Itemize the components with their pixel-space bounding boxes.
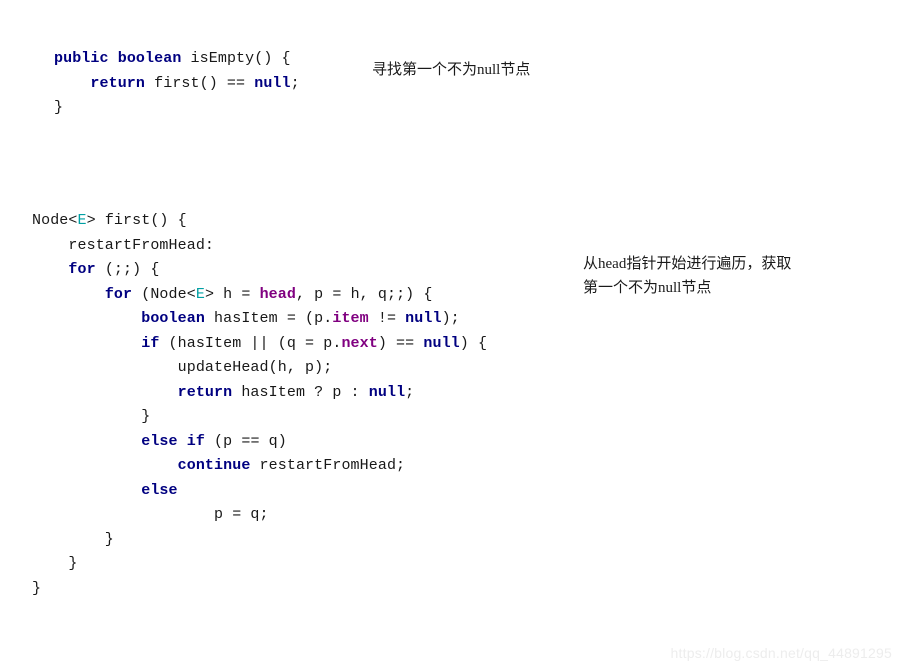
- watermark-url: https://blog.csdn.net/qq_44891295: [670, 645, 892, 661]
- code-token-plain: hasItem = (p.: [204, 310, 333, 327]
- code-token-plain: first() ==: [145, 74, 255, 92]
- code-token-type: E: [195, 285, 205, 303]
- code-token-plain: hasItem ? p :: [232, 383, 369, 401]
- code-line: }: [54, 96, 300, 121]
- code-token-plain: ) {: [459, 334, 488, 352]
- page-canvas: public boolean isEmpty() { return first(…: [0, 0, 904, 669]
- code-token-plain: (hasItem || (q = p.: [159, 334, 342, 352]
- code-line: boolean hasItem = (p.item != null);: [32, 307, 487, 332]
- code-token-plain: }: [32, 555, 78, 572]
- code-line: else if (p == q): [32, 430, 487, 455]
- code-token-plain: }: [32, 579, 42, 597]
- code-token-plain: restartFromHead;: [250, 457, 406, 474]
- annotation-isempty: 寻找第一个不为null节点: [372, 62, 531, 78]
- code-line: for (;;) {: [32, 258, 487, 283]
- code-token-plain: ;: [405, 383, 415, 401]
- code-token-keyword: null: [405, 310, 442, 327]
- code-token-plain: (Node<: [132, 285, 196, 303]
- code-token-keyword: boolean: [117, 50, 182, 67]
- code-token-plain: p = q;: [32, 506, 269, 523]
- code-token-plain: Node<: [32, 212, 78, 229]
- code-token-field: head: [259, 285, 296, 303]
- code-token-keyword: null: [423, 334, 460, 352]
- code-line: if (hasItem || (q = p.next) == null) {: [32, 332, 487, 357]
- code-token-plain: ;: [290, 74, 300, 92]
- code-line: for (Node<E> h = head, p = h, q;;) {: [32, 283, 487, 308]
- code-token-keyword: return: [177, 383, 233, 401]
- code-token-plain: isEmpty() {: [181, 50, 291, 67]
- code-token-field: next: [341, 334, 378, 352]
- code-token-plain: );: [441, 310, 460, 327]
- code-token-plain: , p = h, q;;) {: [295, 285, 433, 303]
- code-line: Node<E> first() {: [32, 209, 487, 234]
- code-token-keyword: null: [254, 74, 291, 92]
- code-line: }: [32, 552, 487, 577]
- code-token-plain: ) ==: [377, 334, 424, 352]
- code-token-plain: > h =: [204, 285, 260, 303]
- code-token-keyword: else: [141, 481, 178, 499]
- code-line: }: [32, 528, 487, 553]
- code-token-plain: }: [32, 530, 114, 548]
- code-token-keyword: for: [104, 285, 133, 303]
- code-token-plain: (;;) {: [95, 261, 160, 278]
- code-token-plain: }: [32, 408, 151, 425]
- code-token-keyword: else if: [141, 432, 205, 450]
- code-line: }: [32, 577, 487, 602]
- code-line: updateHead(h, p);: [32, 356, 487, 381]
- code-token-plain: restartFromHead:: [32, 236, 215, 254]
- code-token-plain: > first() {: [86, 212, 187, 229]
- code-token-keyword: if: [141, 334, 160, 352]
- code-token-keyword: for: [68, 261, 96, 278]
- code-line: }: [32, 405, 487, 430]
- code-token-keyword: continue: [177, 457, 251, 474]
- code-token-type: E: [77, 212, 87, 229]
- code-line: restartFromHead:: [32, 234, 487, 259]
- code-line: p = q;: [32, 503, 487, 528]
- code-token-keyword: boolean: [141, 310, 205, 327]
- annotation-first: 从head指针开始进行遍历，获取 第一个不为null节点: [583, 256, 792, 296]
- code-line: else: [32, 479, 487, 504]
- code-block-first: Node<E> first() { restartFromHead: for (…: [32, 209, 487, 601]
- code-line: return first() == null;: [54, 72, 300, 97]
- code-token-keyword: return: [90, 74, 146, 92]
- code-block-isempty: public boolean isEmpty() { return first(…: [54, 47, 300, 121]
- code-token-plain: (p == q): [204, 432, 287, 450]
- code-token-keyword: public: [54, 50, 109, 67]
- code-line: return hasItem ? p : null;: [32, 381, 487, 406]
- code-line: public boolean isEmpty() {: [54, 47, 300, 72]
- code-token-plain: !=: [368, 310, 406, 327]
- code-token-plain: }: [54, 99, 64, 116]
- code-line: continue restartFromHead;: [32, 454, 487, 479]
- code-token-field: item: [332, 310, 369, 327]
- code-token-plain: updateHead(h, p);: [32, 359, 333, 376]
- code-token-keyword: null: [368, 383, 406, 401]
